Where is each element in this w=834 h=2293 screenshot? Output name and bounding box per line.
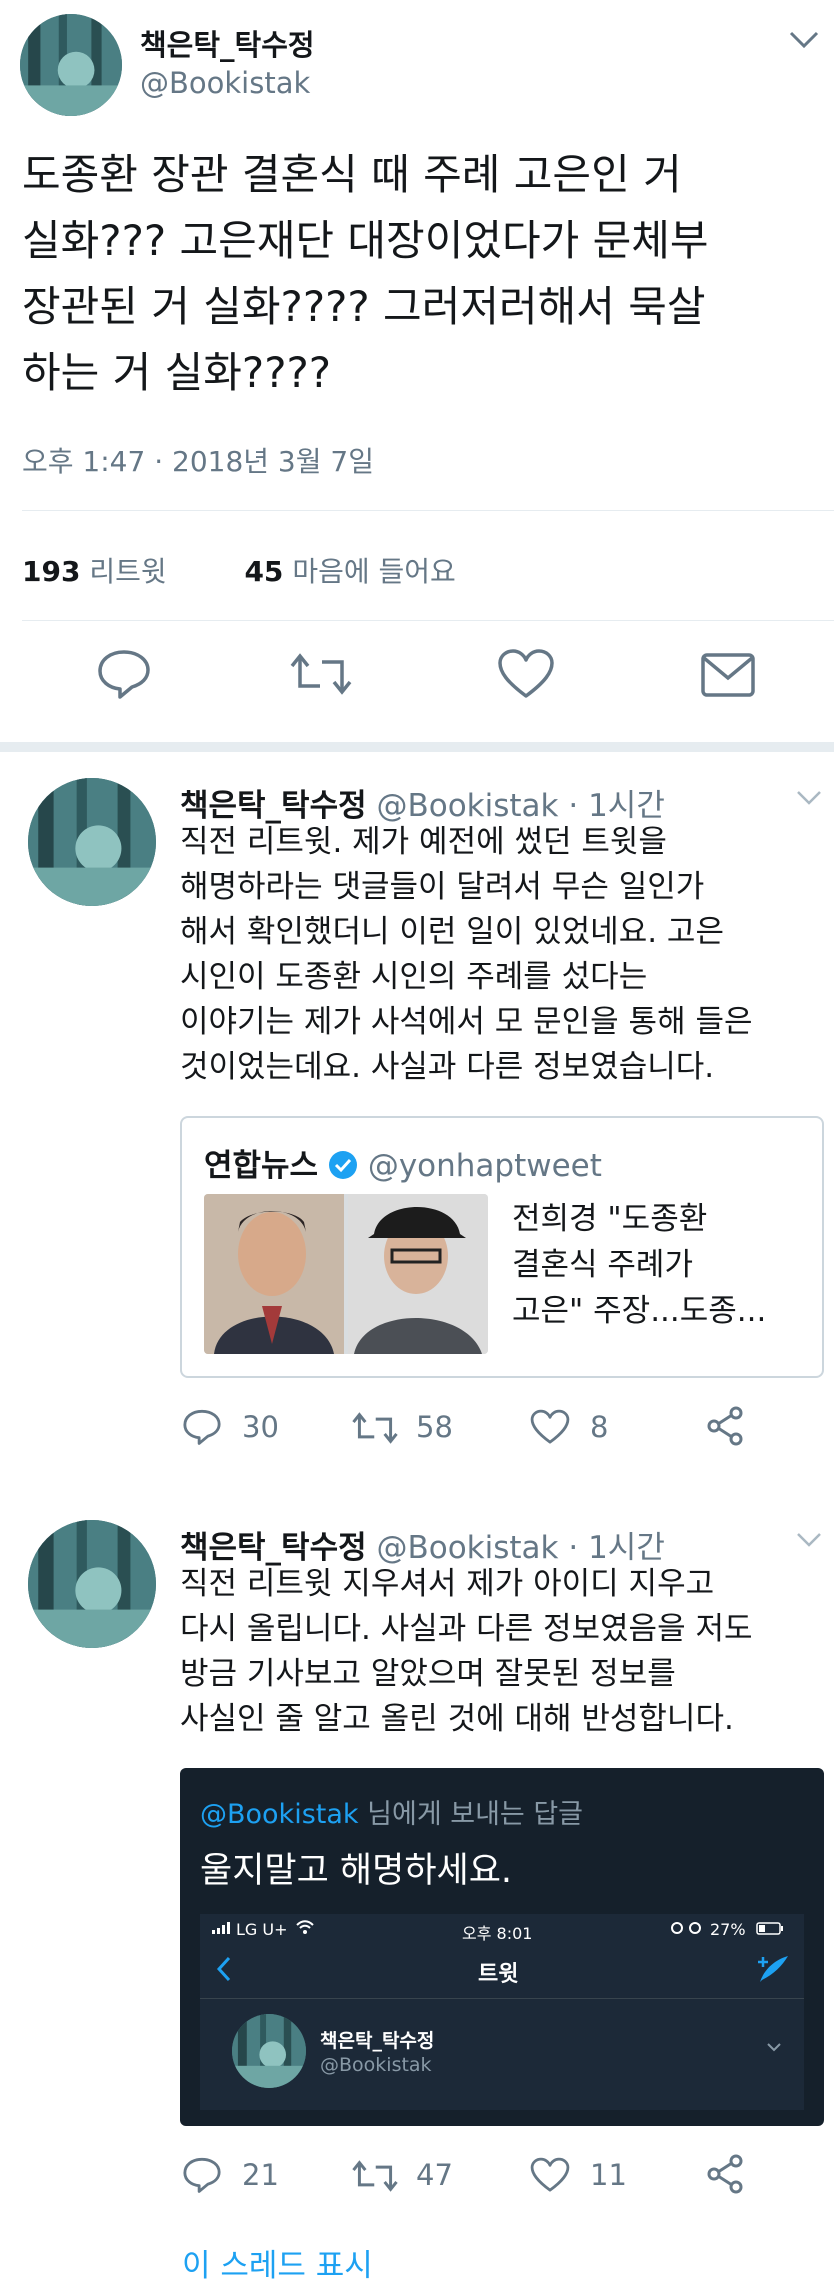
signal-icon bbox=[212, 1922, 232, 1934]
handle: @Bookistak bbox=[140, 66, 311, 100]
retweet-icon[interactable] bbox=[352, 1410, 398, 1446]
reply-text: 직전 리트윗. 제가 예전에 썼던 트윗을 해명하라는 댓글들이 달려서 무슨 … bbox=[180, 820, 820, 1090]
quote-text: 전희경 "도종환 결혼식 주례가 고은" 주장...도종... bbox=[512, 1196, 766, 1334]
like-count: 8 bbox=[590, 1410, 609, 1444]
reply-text: 직전 리트윗 지우셔서 제가 아이디 지우고 다시 올립니다. 사실과 다른 정… bbox=[180, 1562, 820, 1742]
retweet-count[interactable]: 193 bbox=[22, 555, 80, 588]
like-count: 11 bbox=[590, 2158, 627, 2192]
reply-text-line: 이야기는 제가 사석에서 모 문인을 통해 들은 bbox=[180, 1004, 753, 1040]
reply-text-line: 직전 리트윗 지우셔서 제가 아이디 지우고 bbox=[180, 1566, 715, 1602]
inner-display-name: 책은탁_탁수정 bbox=[320, 2030, 435, 2052]
carrier: LG U+ bbox=[236, 1920, 288, 1939]
quote-text-line: 고은" 주장...도종... bbox=[512, 1293, 767, 1329]
display-name[interactable]: 책은탁_탁수정 bbox=[180, 788, 367, 824]
reply-text-line: 다시 올립니다. 사실과 다른 정보였음을 저도 bbox=[180, 1611, 753, 1647]
tweet-text-line: 장관된 거 실화???? 그러저러해서 묵살 bbox=[22, 282, 706, 331]
like-label[interactable]: 마음에 들어요 bbox=[292, 555, 455, 588]
reply-to-handle: @Bookistak bbox=[200, 1799, 359, 1830]
avatar[interactable] bbox=[20, 14, 122, 116]
nav-title: 트윗 bbox=[478, 1962, 519, 1987]
avatar[interactable] bbox=[28, 778, 156, 906]
time: · 1시간 bbox=[568, 1530, 665, 1566]
handle: @Bookistak bbox=[376, 1530, 559, 1566]
status-bar: LG U+ 오후 8:01 27% bbox=[200, 1914, 804, 1944]
heart-icon[interactable] bbox=[497, 648, 555, 700]
image-headline: 울지말고 해명하세요. bbox=[200, 1851, 513, 1891]
battery-icon bbox=[756, 1922, 784, 1935]
quote-handle: @yonhaptweet bbox=[367, 1148, 602, 1184]
tweet-text-line: 하는 거 실화???? bbox=[22, 348, 332, 397]
reply-icon[interactable] bbox=[182, 2156, 222, 2194]
stats-row: 193 리트윗 45 마음에 들어요 bbox=[22, 550, 456, 590]
reply-text-line: 방금 기사보고 알았으며 잘못된 정보를 bbox=[180, 1656, 676, 1692]
reply-text-line: 직전 리트윗. 제가 예전에 썼던 트윗을 bbox=[180, 824, 667, 860]
tweet-text-line: 실화??? 고은재단 대장이었다가 문체부 bbox=[22, 216, 709, 265]
tweet-text-line: 도종환 장관 결혼식 때 주례 고은인 거 bbox=[22, 150, 682, 199]
display-name[interactable]: 책은탁_탁수정 bbox=[180, 1530, 367, 1566]
chevron-down-icon bbox=[766, 2042, 782, 2052]
chevron-down-icon[interactable] bbox=[796, 790, 822, 806]
back-chevron-icon bbox=[216, 1956, 232, 1982]
reply-text-line: 해서 확인했더니 이런 일이 있었네요. 고은 bbox=[180, 914, 724, 950]
retweet-count: 47 bbox=[416, 2158, 453, 2192]
reply-icon[interactable] bbox=[182, 1408, 222, 1446]
reply-to-label: 님에게 보내는 답글 bbox=[367, 1799, 584, 1830]
quote-thumbnail bbox=[204, 1194, 488, 1354]
battery-percent: 27% bbox=[710, 1920, 746, 1939]
chevron-down-icon[interactable] bbox=[796, 1532, 822, 1548]
reply-icon[interactable] bbox=[96, 648, 152, 700]
quote-text-line: 결혼식 주례가 bbox=[512, 1247, 693, 1283]
reply-text-line: 해명하라는 댓글들이 달려서 무슨 일인가 bbox=[180, 869, 705, 905]
tweet-text: 도종환 장관 결혼식 때 주례 고은인 거 실화??? 고은재단 대장이었다가 … bbox=[22, 142, 822, 406]
share-icon[interactable] bbox=[706, 1406, 744, 1446]
time: · 1시간 bbox=[568, 788, 665, 824]
retweet-icon[interactable] bbox=[352, 2158, 398, 2194]
avatar[interactable] bbox=[28, 1520, 156, 1648]
quote-name: 연합뉴스 bbox=[204, 1148, 319, 1184]
alarm-icon bbox=[670, 1921, 704, 1935]
chevron-down-icon[interactable] bbox=[788, 30, 820, 50]
compose-icon bbox=[756, 1954, 790, 1984]
quote-card[interactable]: 연합뉴스 @yonhaptweet 전희경 "도종환 결혼식 주례가 고은" 주… bbox=[180, 1116, 824, 1378]
reply-count: 30 bbox=[242, 1410, 279, 1444]
inner-handle: @Bookistak bbox=[320, 2054, 432, 2076]
retweet-icon[interactable] bbox=[290, 650, 352, 698]
reply-header: 책은탁_탁수정 @Bookistak · 1시간 bbox=[180, 1522, 665, 1567]
timestamp[interactable]: 오후 1:47 · 2018년 3월 7일 bbox=[22, 440, 374, 480]
reply-text-line: 것이었는데요. 사실과 다른 정보였습니다. bbox=[180, 1049, 715, 1085]
wifi-icon bbox=[296, 1920, 314, 1934]
heart-icon[interactable] bbox=[530, 2156, 570, 2194]
status-time: 오후 8:01 bbox=[462, 1924, 533, 1943]
handle: @Bookistak bbox=[376, 788, 559, 824]
attached-image[interactable]: @Bookistak 님에게 보내는 답글 울지말고 해명하세요. LG U+ … bbox=[180, 1768, 824, 2126]
share-icon[interactable] bbox=[706, 2154, 744, 2194]
retweet-label[interactable]: 리트윗 bbox=[89, 555, 166, 588]
reply-count: 21 bbox=[242, 2158, 279, 2192]
heart-icon[interactable] bbox=[530, 1408, 570, 1446]
reply-header: 책은탁_탁수정 @Bookistak · 1시간 bbox=[180, 780, 665, 825]
message-icon[interactable] bbox=[700, 652, 756, 698]
show-thread-link[interactable]: 이 스레드 표시 bbox=[182, 2240, 373, 2285]
avatar bbox=[232, 2014, 306, 2088]
retweet-count: 58 bbox=[416, 1410, 453, 1444]
like-count[interactable]: 45 bbox=[244, 555, 283, 588]
quote-text-line: 전희경 "도종환 bbox=[512, 1201, 708, 1237]
reply-text-line: 사실인 줄 알고 올린 것에 대해 반성합니다. bbox=[180, 1701, 734, 1737]
verified-badge-icon bbox=[328, 1150, 358, 1180]
display-name: 책은탁_탁수정 bbox=[140, 28, 315, 62]
inner-screen: LG U+ 오후 8:01 27% 트윗 책은탁_탁수정 @Bookistak bbox=[200, 1914, 804, 2110]
reply-text-line: 시인이 도종환 시인의 주례를 섰다는 bbox=[180, 959, 648, 995]
